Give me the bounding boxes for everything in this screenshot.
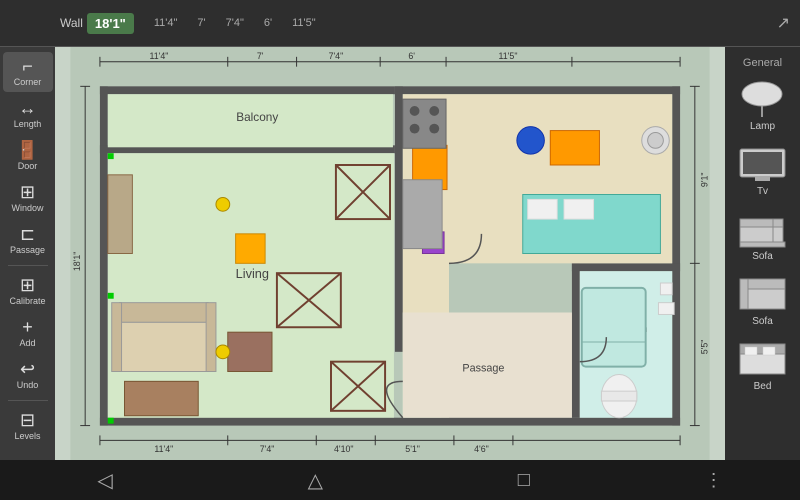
sidebar-item-add[interactable]: + Add [3, 313, 53, 353]
passage-icon: ⊏ [20, 225, 35, 243]
svg-text:7': 7' [257, 51, 264, 61]
svg-text:7'4": 7'4" [329, 51, 344, 61]
bed-preview [735, 339, 790, 379]
corner-label: Corner [14, 77, 42, 87]
sidebar-item-passage[interactable]: ⊏ Passage [3, 220, 53, 260]
sofa2-label: Sofa [752, 316, 773, 327]
door-label: Door [18, 161, 38, 171]
window-icon: ⊞ [20, 183, 35, 201]
svg-text:5'1": 5'1" [405, 444, 420, 454]
svg-text:Balcony: Balcony [236, 110, 278, 124]
right-sidebar-header: General [743, 52, 782, 72]
svg-text:5'5": 5'5" [700, 340, 710, 355]
main-area: ⌐ Corner ↔ Length 🚪 Door ⊞ Window ⊏ Pass… [0, 47, 800, 460]
svg-text:18'1": 18'1" [72, 252, 82, 272]
dim-5: 11'5" [292, 17, 316, 29]
sidebar-item-door[interactable]: 🚪 Door [3, 136, 53, 176]
corner-icon: ⌐ [22, 57, 33, 75]
dim-3: 7'4" [226, 17, 244, 29]
svg-text:11'4": 11'4" [154, 444, 173, 454]
lamp-preview [735, 79, 790, 119]
left-sidebar: ⌐ Corner ↔ Length 🚪 Door ⊞ Window ⊏ Pass… [0, 47, 55, 460]
levels-label: Levels [14, 431, 40, 441]
door-icon: 🚪 [16, 141, 38, 159]
arrow-icon: ↗ [777, 13, 790, 33]
undo-label: Undo [17, 380, 39, 390]
svg-text:7'4": 7'4" [260, 444, 275, 454]
svg-text:4'10": 4'10" [334, 444, 354, 454]
top-bar: Wall 18'1" 11'4" 7' 7'4" 6' 11'5" ↗ [0, 0, 800, 47]
tv-preview [735, 144, 790, 184]
dim-4: 6' [264, 17, 272, 29]
svg-text:Passage: Passage [462, 363, 504, 375]
sofa1-label: Sofa [752, 251, 773, 262]
recent-button[interactable]: □ [498, 464, 550, 497]
sidebar-divider-2 [8, 400, 48, 401]
sidebar-item-calibrate[interactable]: ⊞ Calibrate [3, 271, 53, 311]
right-sidebar: General Lamp Tv [725, 47, 800, 460]
sidebar-item-undo[interactable]: ↩ Undo [3, 355, 53, 395]
lamp-label: Lamp [750, 121, 775, 132]
calibrate-label: Calibrate [9, 296, 45, 306]
sidebar-item-levels[interactable]: ⊟ Levels [3, 406, 53, 446]
add-icon: + [22, 318, 33, 336]
svg-text:Living: Living [236, 266, 269, 281]
top-dimensions: 11'4" 7' 7'4" 6' 11'5" [154, 17, 316, 29]
svg-text:6': 6' [408, 51, 415, 61]
right-item-sofa1[interactable]: Sofa [728, 204, 798, 267]
back-button[interactable]: ◁ [77, 463, 132, 498]
levels-icon: ⊟ [20, 411, 35, 429]
right-item-tv[interactable]: Tv [728, 139, 798, 202]
right-item-lamp[interactable]: Lamp [728, 74, 798, 137]
sofa1-preview [735, 209, 790, 249]
window-label: Window [11, 203, 43, 213]
dim-2: 7' [197, 17, 205, 29]
sidebar-item-corner[interactable]: ⌐ Corner [3, 52, 53, 92]
wall-value: 18'1" [87, 13, 134, 34]
wall-label: Wall [60, 16, 83, 30]
sofa2-preview [735, 274, 790, 314]
svg-text:11'4": 11'4" [149, 51, 168, 61]
right-item-bed[interactable]: Bed [728, 334, 798, 397]
bottom-nav: ◁ △ □ ⋮ [0, 460, 800, 500]
calibrate-icon: ⊞ [20, 276, 35, 294]
svg-text:11'5": 11'5" [499, 51, 518, 61]
bed-label: Bed [754, 381, 772, 392]
sidebar-item-window[interactable]: ⊞ Window [3, 178, 53, 218]
passage-label: Passage [10, 245, 45, 255]
length-icon: ↔ [19, 99, 37, 117]
tv-label: Tv [757, 186, 768, 197]
right-item-sofa2[interactable]: Sofa [728, 269, 798, 332]
length-label: Length [14, 119, 42, 129]
dim-1: 11'4" [154, 17, 178, 29]
sidebar-item-length[interactable]: ↔ Length [3, 94, 53, 134]
svg-text:9'1": 9'1" [700, 172, 710, 187]
svg-text:4'6": 4'6" [474, 444, 489, 454]
canvas-area[interactable]: 11'4" 7' 7'4" 6' 11'5" 18'1" 9'1" 5'5" [55, 47, 725, 460]
floor-plan-svg[interactable]: 11'4" 7' 7'4" 6' 11'5" 18'1" 9'1" 5'5" [55, 47, 725, 460]
sidebar-divider [8, 265, 48, 266]
more-button[interactable]: ⋮ [705, 470, 723, 491]
add-label: Add [19, 338, 35, 348]
undo-icon: ↩ [20, 360, 35, 378]
home-button[interactable]: △ [288, 463, 343, 498]
